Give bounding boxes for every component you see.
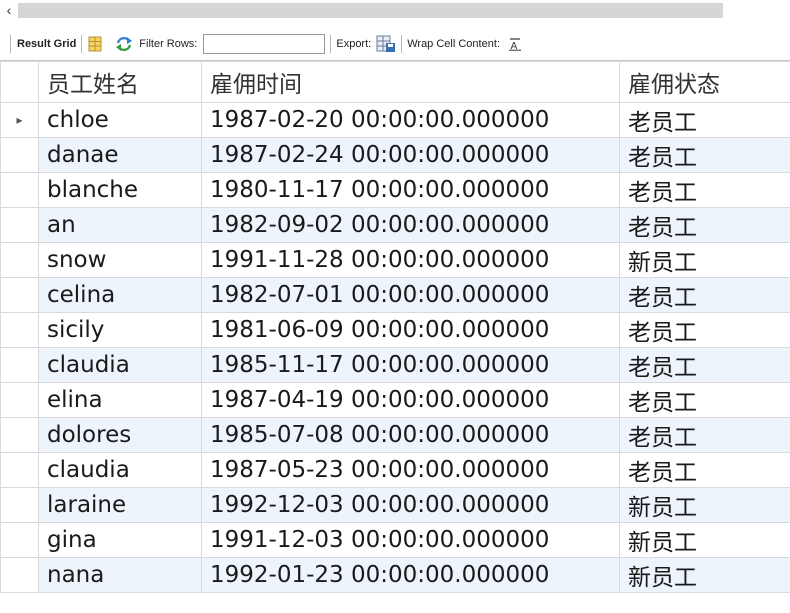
cell-status[interactable]: 老员工	[620, 453, 790, 488]
table-row[interactable]: ▸chloe1987-02-20 00:00:00.000000老员工	[1, 103, 790, 138]
cell-hire-date[interactable]: 1992-12-03 00:00:00.000000	[202, 488, 620, 523]
cell-name[interactable]: chloe	[39, 103, 202, 138]
cell-name[interactable]: claudia	[39, 348, 202, 383]
table-row[interactable]: gina1991-12-03 00:00:00.000000新员工	[1, 523, 790, 558]
cell-status[interactable]: 老员工	[620, 313, 790, 348]
wrap-cell-label: Wrap Cell Content:	[407, 38, 500, 50]
cell-name[interactable]: blanche	[39, 173, 202, 208]
grid-view-icon[interactable]	[87, 36, 103, 52]
cell-hire-date[interactable]: 1981-06-09 00:00:00.000000	[202, 313, 620, 348]
horizontal-scrollbar[interactable]: ‹	[0, 0, 790, 22]
row-indicator[interactable]	[1, 138, 39, 173]
cell-hire-date[interactable]: 1987-05-23 00:00:00.000000	[202, 453, 620, 488]
cell-hire-date[interactable]: 1987-02-24 00:00:00.000000	[202, 138, 620, 173]
cell-hire-date[interactable]: 1980-11-17 00:00:00.000000	[202, 173, 620, 208]
result-grid-label[interactable]: Result Grid	[17, 38, 76, 50]
table-row[interactable]: nana1992-01-23 00:00:00.000000新员工	[1, 558, 790, 593]
cell-name[interactable]: elina	[39, 383, 202, 418]
table-row[interactable]: claudia1987-05-23 00:00:00.000000老员工	[1, 453, 790, 488]
cell-hire-date[interactable]: 1991-11-28 00:00:00.000000	[202, 243, 620, 278]
refresh-icon[interactable]	[115, 36, 133, 52]
table-row[interactable]: claudia1985-11-17 00:00:00.000000老员工	[1, 348, 790, 383]
cell-name[interactable]: dolores	[39, 418, 202, 453]
table-row[interactable]: sicily1981-06-09 00:00:00.000000老员工	[1, 313, 790, 348]
row-indicator[interactable]	[1, 278, 39, 313]
result-grid: 员工姓名 雇佣时间 雇佣状态 ▸chloe1987-02-20 00:00:00…	[0, 60, 790, 613]
cell-name[interactable]: claudia	[39, 453, 202, 488]
row-indicator[interactable]	[1, 313, 39, 348]
cell-name[interactable]: laraine	[39, 488, 202, 523]
row-indicator[interactable]	[1, 418, 39, 453]
row-indicator[interactable]	[1, 488, 39, 523]
cell-name[interactable]: an	[39, 208, 202, 243]
svg-text:A: A	[510, 41, 517, 51]
table-row[interactable]: dolores1985-07-08 00:00:00.000000老员工	[1, 418, 790, 453]
cell-status[interactable]: 老员工	[620, 173, 790, 208]
toolbar-divider	[81, 35, 82, 53]
cell-status[interactable]: 老员工	[620, 418, 790, 453]
header-row: 员工姓名 雇佣时间 雇佣状态	[1, 62, 790, 103]
cell-status[interactable]: 老员工	[620, 103, 790, 138]
cell-status[interactable]: 老员工	[620, 278, 790, 313]
column-header-status[interactable]: 雇佣状态	[620, 62, 790, 103]
cell-hire-date[interactable]: 1985-11-17 00:00:00.000000	[202, 348, 620, 383]
row-indicator[interactable]	[1, 523, 39, 558]
result-table: 员工姓名 雇佣时间 雇佣状态 ▸chloe1987-02-20 00:00:00…	[0, 61, 790, 593]
row-indicator[interactable]	[1, 173, 39, 208]
wrap-cell-icon[interactable]: A	[508, 37, 522, 51]
export-icon[interactable]	[376, 35, 396, 53]
row-indicator[interactable]	[1, 453, 39, 488]
cell-status[interactable]: 老员工	[620, 138, 790, 173]
table-row[interactable]: laraine1992-12-03 00:00:00.000000新员工	[1, 488, 790, 523]
table-row[interactable]: elina1987-04-19 00:00:00.000000老员工	[1, 383, 790, 418]
cell-name[interactable]: celina	[39, 278, 202, 313]
cell-status[interactable]: 新员工	[620, 488, 790, 523]
filter-rows-label: Filter Rows:	[139, 38, 197, 50]
row-indicator[interactable]: ▸	[1, 103, 39, 138]
cell-hire-date[interactable]: 1982-09-02 00:00:00.000000	[202, 208, 620, 243]
result-toolbar: Result Grid Filter Rows: Export: Wra	[0, 28, 790, 60]
cell-hire-date[interactable]: 1991-12-03 00:00:00.000000	[202, 523, 620, 558]
cell-hire-date[interactable]: 1992-01-23 00:00:00.000000	[202, 558, 620, 593]
table-row[interactable]: celina1982-07-01 00:00:00.000000老员工	[1, 278, 790, 313]
cell-name[interactable]: nana	[39, 558, 202, 593]
cell-name[interactable]: gina	[39, 523, 202, 558]
filter-rows-input[interactable]	[203, 34, 325, 54]
row-indicator-header	[1, 62, 39, 103]
cell-status[interactable]: 新员工	[620, 523, 790, 558]
table-body: ▸chloe1987-02-20 00:00:00.000000老员工danae…	[1, 103, 790, 593]
cell-hire-date[interactable]: 1982-07-01 00:00:00.000000	[202, 278, 620, 313]
row-indicator[interactable]	[1, 208, 39, 243]
cell-status[interactable]: 老员工	[620, 348, 790, 383]
cell-name[interactable]: sicily	[39, 313, 202, 348]
toolbar-divider	[401, 35, 402, 53]
cell-name[interactable]: snow	[39, 243, 202, 278]
row-indicator[interactable]	[1, 383, 39, 418]
cell-status[interactable]: 老员工	[620, 208, 790, 243]
export-label: Export:	[336, 38, 371, 50]
row-indicator[interactable]	[1, 243, 39, 278]
cell-hire-date[interactable]: 1987-02-20 00:00:00.000000	[202, 103, 620, 138]
table-row[interactable]: snow1991-11-28 00:00:00.000000新员工	[1, 243, 790, 278]
cell-name[interactable]: danae	[39, 138, 202, 173]
scroll-left-icon[interactable]: ‹	[2, 2, 16, 18]
table-row[interactable]: danae1987-02-24 00:00:00.000000老员工	[1, 138, 790, 173]
column-header-hire-date[interactable]: 雇佣时间	[202, 62, 620, 103]
row-indicator[interactable]	[1, 558, 39, 593]
scrollbar-thumb[interactable]	[18, 3, 723, 18]
table-row[interactable]: blanche1980-11-17 00:00:00.000000老员工	[1, 173, 790, 208]
column-header-name[interactable]: 员工姓名	[39, 62, 202, 103]
cell-hire-date[interactable]: 1987-04-19 00:00:00.000000	[202, 383, 620, 418]
cell-hire-date[interactable]: 1985-07-08 00:00:00.000000	[202, 418, 620, 453]
table-row[interactable]: an1982-09-02 00:00:00.000000老员工	[1, 208, 790, 243]
toolbar-divider	[330, 35, 331, 53]
row-indicator[interactable]	[1, 348, 39, 383]
cell-status[interactable]: 老员工	[620, 383, 790, 418]
toolbar-divider	[10, 35, 11, 53]
cell-status[interactable]: 新员工	[620, 558, 790, 593]
cell-status[interactable]: 新员工	[620, 243, 790, 278]
